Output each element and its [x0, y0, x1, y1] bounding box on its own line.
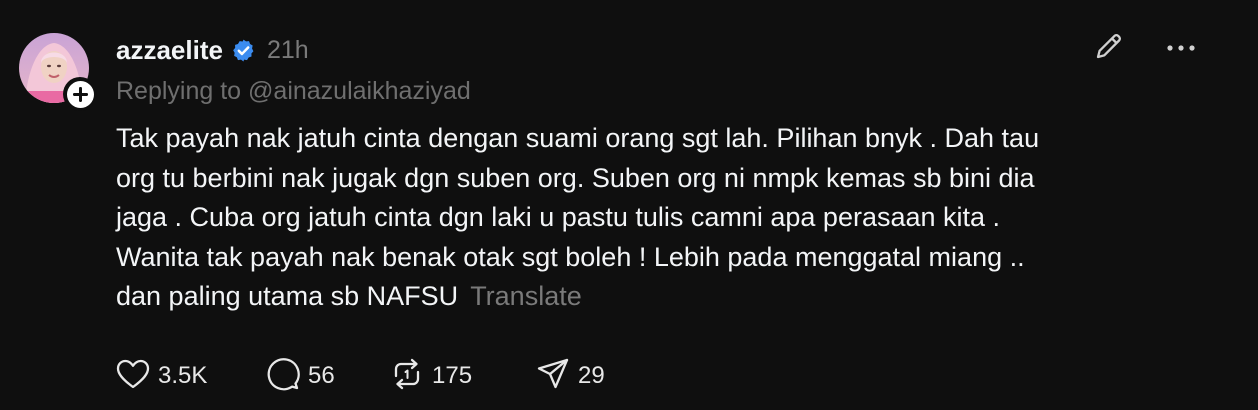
post-text-line-last: dan paling utama sb NAFSU Translate	[116, 277, 1186, 317]
pencil-icon	[1093, 30, 1125, 67]
comment-count: 56	[308, 362, 335, 389]
thread-post: azzaelite 21h Replying to @ainazulaikhaz…	[0, 0, 1258, 410]
send-icon	[536, 357, 570, 396]
avatar-container[interactable]	[19, 33, 97, 111]
post-header: azzaelite 21h	[116, 30, 309, 70]
repost-button[interactable]: 175	[390, 357, 536, 396]
reply-handle-link[interactable]: @ainazulaikhaziyad	[248, 77, 471, 105]
action-bar: 3.5K 56 175 29	[116, 356, 636, 396]
follow-button[interactable]	[63, 77, 97, 111]
post-text-line: Wanita tak payah nak benak otak sgt bole…	[116, 241, 1025, 272]
post-text-line: Tak payah nak jatuh cinta dengan suami o…	[116, 123, 1040, 153]
plus-icon	[66, 80, 94, 108]
translate-link[interactable]: Translate	[470, 281, 582, 311]
post-text-line: org tu berbini nak jugak dgn suben org. …	[116, 162, 1035, 193]
post-text-line: jaga . Cuba org jatuh cinta dgn laki u p…	[116, 202, 1001, 232]
more-options-button[interactable]	[1162, 31, 1200, 65]
reply-context: Replying to @ainazulaikhaziyad	[116, 77, 471, 106]
comment-button[interactable]: 56	[266, 357, 390, 396]
post-timestamp: 21h	[266, 35, 309, 64]
like-button[interactable]: 3.5K	[116, 358, 266, 395]
repost-count: 175	[432, 362, 473, 389]
reply-prefix: Replying to	[116, 77, 242, 105]
username[interactable]: azzaelite	[116, 35, 223, 66]
edit-button[interactable]	[1090, 29, 1128, 67]
heart-icon	[116, 358, 150, 395]
post-text-line: dan paling utama sb NAFSU	[116, 281, 459, 311]
verified-badge-icon	[231, 38, 256, 63]
like-count: 3.5K	[158, 362, 208, 389]
more-horizontal-icon	[1166, 39, 1196, 57]
repost-icon	[390, 357, 424, 396]
comment-bubble-icon	[266, 357, 300, 396]
post-body: Tak payah nak jatuh cinta dengan suami o…	[116, 119, 1186, 317]
share-count: 29	[578, 362, 605, 389]
share-button[interactable]: 29	[536, 357, 636, 396]
